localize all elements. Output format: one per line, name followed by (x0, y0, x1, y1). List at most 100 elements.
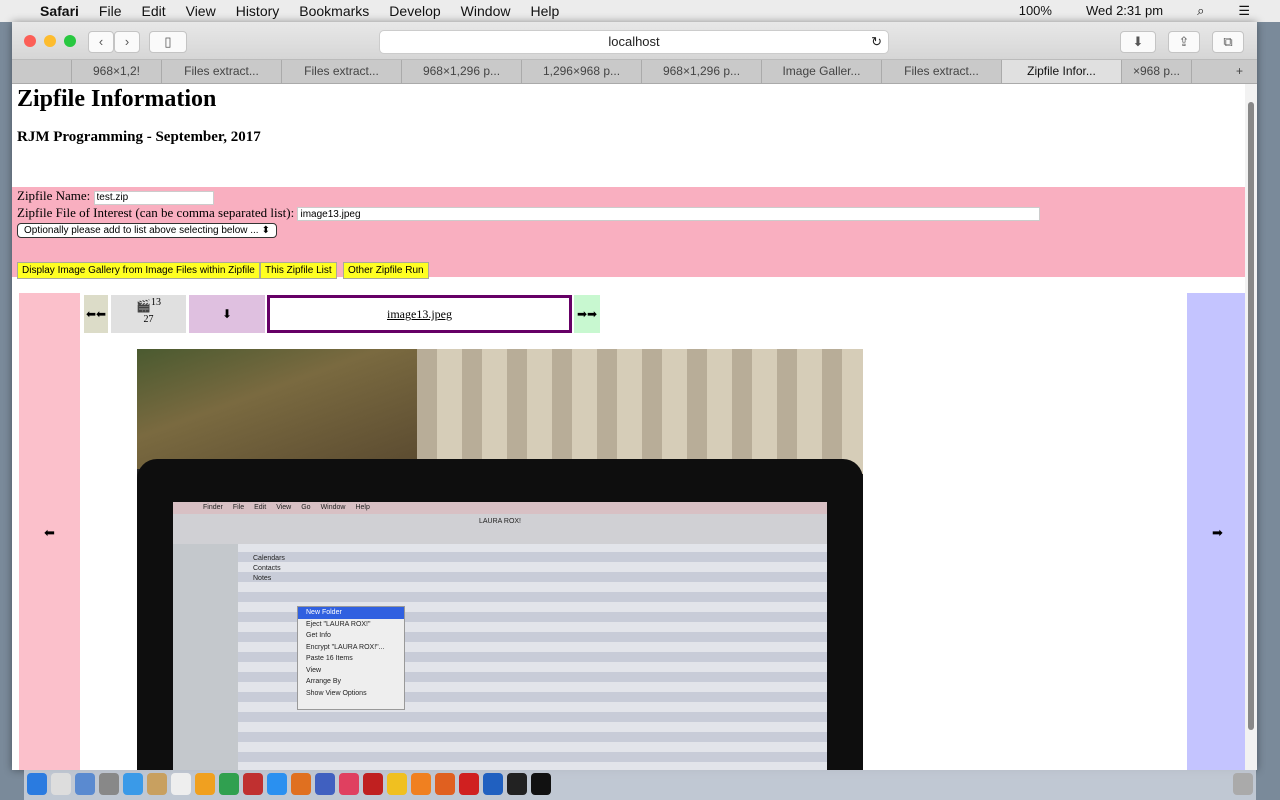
firefox-icon[interactable] (435, 773, 455, 795)
minimize-window-button[interactable] (44, 35, 56, 47)
photo-text: Encrypt "LAURA ROX!"... (306, 643, 385, 651)
filename-box: image13.jpeg (267, 295, 572, 333)
zipfile-form: Zipfile Name: Zipfile File of Interest (… (12, 187, 1245, 279)
finder-icon[interactable] (27, 773, 47, 795)
photo-text: View (276, 504, 292, 511)
safari-icon[interactable] (123, 773, 143, 795)
app-icon[interactable] (99, 773, 119, 795)
tabs-overview-icon[interactable]: ⧉ (1212, 31, 1244, 53)
browser-toolbar: ‹ › ▯ localhost ↻ ⬇ ⇪ ⧉ (12, 22, 1257, 60)
interest-label: Zipfile File of Interest (can be comma s… (17, 204, 295, 220)
forward-button[interactable]: › (114, 31, 140, 53)
reload-icon[interactable]: ↻ (871, 31, 882, 53)
tab-pinned[interactable] (12, 60, 72, 83)
photo-text: Window (320, 504, 346, 511)
downloads-icon[interactable]: ⬇ (1120, 31, 1156, 53)
file-select[interactable]: Optionally please add to list above sele… (17, 223, 277, 238)
app-icon[interactable] (315, 773, 335, 795)
address-bar[interactable]: localhost ↻ (379, 30, 889, 54)
share-icon[interactable]: ⇪ (1168, 31, 1200, 53)
github-icon[interactable] (507, 773, 527, 795)
other-zipfile-run-button[interactable]: Other Zipfile Run (343, 262, 429, 279)
photo-text: Paste 16 Items (306, 655, 353, 662)
download-button[interactable]: ⬇ (189, 295, 265, 333)
tab-active[interactable]: Zipfile Infor... (1002, 60, 1122, 83)
tab[interactable]: 968×1,296 p... (402, 60, 522, 83)
photo-text: File (232, 504, 245, 511)
tab[interactable]: Files extract... (282, 60, 402, 83)
search-icon[interactable]: ⌕ (1197, 3, 1204, 19)
filename-link[interactable]: image13.jpeg (387, 307, 452, 321)
music-icon[interactable] (339, 773, 359, 795)
scrollbar-thumb[interactable] (1248, 102, 1254, 730)
app-icon[interactable] (219, 773, 239, 795)
menu-help[interactable]: Help (530, 3, 559, 19)
menu-develop[interactable]: Develop (389, 3, 440, 19)
tab[interactable]: Files extract... (162, 60, 282, 83)
app-icon[interactable] (291, 773, 311, 795)
opera-icon[interactable] (459, 773, 479, 795)
tab[interactable]: 1,296×968 p... (522, 60, 642, 83)
prev-arrow-icon: ⬅ (44, 525, 55, 540)
terminal-icon[interactable] (531, 773, 551, 795)
app-icon[interactable] (243, 773, 263, 795)
menu-safari[interactable]: Safari (40, 3, 79, 19)
photo-text: Get Info (306, 632, 331, 639)
menu-list-icon[interactable]: ☰ (1238, 3, 1250, 19)
photo-text: View (306, 666, 322, 674)
trash-icon[interactable] (1233, 773, 1253, 795)
clapperboard-icon: 🎬 (136, 299, 151, 313)
next-panel[interactable]: ➡ (1187, 293, 1245, 770)
menu-bar: Safari File Edit View History Bookmarks … (0, 0, 1280, 22)
display-gallery-button[interactable]: Display Image Gallery from Image Files w… (17, 262, 260, 279)
photo-text: New Folder (298, 607, 404, 619)
tab[interactable]: Files extract... (882, 60, 1002, 83)
zoom-window-button[interactable] (64, 35, 76, 47)
back-button[interactable]: ‹ (88, 31, 114, 53)
menu-view[interactable]: View (186, 3, 216, 19)
vertical-scrollbar[interactable] (1245, 84, 1257, 770)
page-content: Zipfile Information RJM Programming - Se… (12, 84, 1245, 770)
gallery-image: Finder File Edit View Go Window Help LAURA ROX… (137, 349, 863, 770)
close-window-button[interactable] (24, 35, 36, 47)
app-icon[interactable] (51, 773, 71, 795)
interest-input[interactable] (297, 207, 1041, 221)
sidebar-toggle-icon[interactable]: ▯ (149, 31, 187, 53)
browser-window: ‹ › ▯ localhost ↻ ⬇ ⇪ ⧉ 968×1,2! Files ex… (12, 22, 1257, 770)
tab[interactable]: ×968 p... (1122, 60, 1192, 83)
zip-name-input[interactable] (93, 190, 214, 205)
prev-panel[interactable]: ⬅ (19, 293, 80, 770)
app-store-icon[interactable] (267, 773, 287, 795)
last-button[interactable]: ➡➡ (574, 295, 600, 333)
menu-bookmarks[interactable]: Bookmarks (299, 3, 369, 19)
dock (24, 770, 1256, 800)
menu-window[interactable]: Window (461, 3, 511, 19)
first-button[interactable]: ⬅⬅ (84, 295, 108, 333)
filezilla-icon[interactable] (363, 773, 383, 795)
photo-text: Edit (254, 504, 267, 511)
battery-percent[interactable]: 100% (1019, 3, 1052, 19)
photo-text: Show View Options (306, 689, 367, 697)
slideshow-cell[interactable]: 🎬13 27 (111, 295, 186, 333)
tab[interactable]: 968×1,2! (72, 60, 162, 83)
photo-text: Eject "LAURA ROX!" (306, 620, 371, 628)
menu-file[interactable]: File (99, 3, 122, 19)
app-icon[interactable] (75, 773, 95, 795)
calendar-icon[interactable] (171, 773, 191, 795)
page-title: Zipfile Information (17, 86, 217, 112)
tab[interactable]: Image Galler... (762, 60, 882, 83)
clock[interactable]: Wed 2:31 pm (1086, 3, 1163, 19)
new-tab-button[interactable]: + (1222, 60, 1257, 83)
app-icon[interactable] (195, 773, 215, 795)
menu-edit[interactable]: Edit (141, 3, 165, 19)
vscode-icon[interactable] (483, 773, 503, 795)
chrome-icon[interactable] (387, 773, 407, 795)
menu-history[interactable]: History (236, 3, 280, 19)
app-icon[interactable] (147, 773, 167, 795)
tab[interactable]: 968×1,296 p... (642, 60, 762, 83)
file-select-value: Optionally please add to list above sele… (24, 225, 259, 236)
vlc-icon[interactable] (411, 773, 431, 795)
image-total: 27 (143, 314, 154, 325)
zipfile-list-button[interactable]: This Zipfile List (260, 262, 337, 279)
image-index: 13 (150, 297, 161, 308)
